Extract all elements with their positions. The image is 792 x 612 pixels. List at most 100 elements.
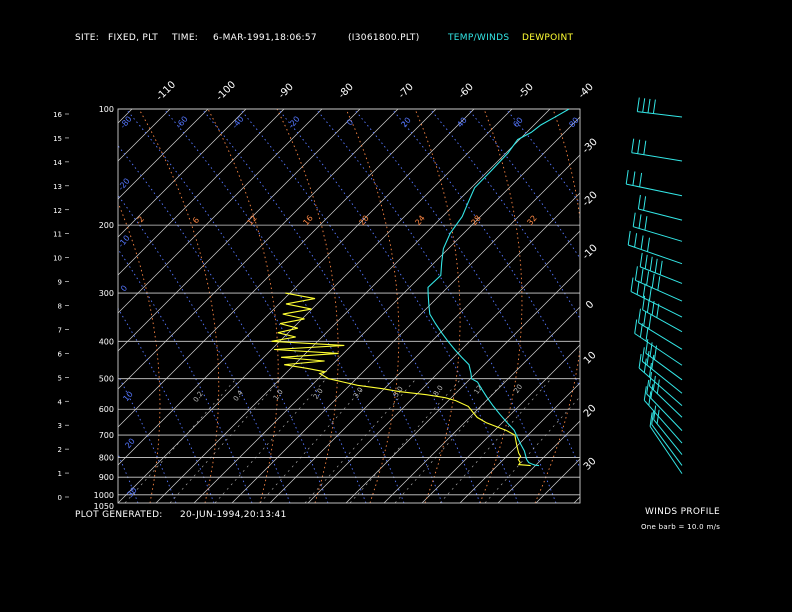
wind-staff <box>649 426 683 474</box>
isotherm-line <box>383 306 580 503</box>
wind-barb <box>630 277 634 292</box>
height-tick-label: 10 <box>53 255 62 263</box>
wind-barb <box>657 276 661 291</box>
pressure-tick-label: 100 <box>99 105 114 114</box>
wind-barb <box>646 271 650 286</box>
isotherm-line <box>118 109 437 428</box>
wind-staff <box>643 399 683 444</box>
wind-staff <box>634 333 683 366</box>
height-tick-label: 4 <box>58 398 63 406</box>
wind-barb <box>638 354 642 369</box>
wind-barb <box>640 268 644 283</box>
wind-barb <box>636 280 640 295</box>
pressure-tick-label: 300 <box>99 289 114 298</box>
pressure-tick-label: 1000 <box>94 491 114 500</box>
dry-adiabat-label: 20 <box>399 116 412 130</box>
wind-staff <box>630 291 683 318</box>
dry-adiabat-line <box>277 109 519 503</box>
wind-barb <box>647 98 651 113</box>
wind-barb <box>647 237 650 252</box>
height-tick-label: 11 <box>53 231 62 239</box>
temperature-tick-label: -20 <box>581 190 600 209</box>
dry-adiabat-line <box>118 307 215 503</box>
pressure-tick-label: 400 <box>99 337 114 346</box>
wind-barb <box>634 233 638 248</box>
pressure-tick-label: 700 <box>99 431 114 440</box>
dry-adiabat-label: -80 <box>118 114 133 130</box>
height-tick-label: 0 <box>58 494 62 502</box>
wind-barb <box>640 235 644 250</box>
isotherm-line <box>118 109 285 276</box>
dry-adiabat-label: -40 <box>230 114 245 130</box>
wind-barb <box>643 386 647 401</box>
isotherm-line <box>345 268 580 503</box>
mixing-ratio-label: 2.0 <box>312 387 325 401</box>
isotherm-line <box>0 109 94 503</box>
wind-barb <box>651 273 655 288</box>
dry-adiabat-line <box>505 109 580 205</box>
wind-staff <box>628 244 683 265</box>
isotherm-line <box>118 109 475 466</box>
wind-barb <box>643 196 647 211</box>
height-tick-label: 13 <box>53 183 62 191</box>
wind-barb <box>641 347 645 362</box>
temperature-tick-label: -40 <box>577 82 596 101</box>
dry-adiabat-label: 40 <box>455 116 468 130</box>
left-adiabat-label: 10 <box>121 390 134 404</box>
isotherm-line <box>118 109 513 503</box>
wind-barb <box>646 379 650 394</box>
moist-adiabat-line <box>534 109 580 503</box>
height-tick-label: 5 <box>58 374 62 382</box>
plot-generated-label: PLOT GENERATED: <box>75 510 163 520</box>
height-tick-label: 15 <box>53 135 62 143</box>
mixing-ratio-label: 0.2 <box>192 390 205 404</box>
mixing-ratio-label: 3.0 <box>352 386 365 400</box>
wind-barb <box>652 99 656 114</box>
isotherm-line <box>269 192 580 503</box>
wind-staff <box>638 208 683 221</box>
temperature-tick-label: 0 <box>584 299 596 311</box>
wind-barb <box>639 172 643 187</box>
wind-staff <box>631 152 683 162</box>
wind-barb <box>632 212 636 227</box>
dry-adiabat-line <box>163 109 405 503</box>
wind-barb <box>637 194 641 210</box>
wind-barb <box>634 266 638 281</box>
temperature-tick-label: -30 <box>581 137 600 156</box>
pressure-tick-label: 200 <box>99 221 114 230</box>
wind-barb <box>651 301 655 316</box>
plot-generated-value: 20-JUN-1994,20:13:41 <box>180 510 287 520</box>
wind-barb <box>648 315 652 330</box>
wind-barb <box>625 170 629 185</box>
wind-barb <box>643 358 647 373</box>
wind-barb <box>656 379 660 394</box>
pressure-tick-label: 800 <box>99 453 114 462</box>
isotherm-line <box>118 109 171 162</box>
wind-barb <box>642 98 646 113</box>
height-tick-label: 16 <box>53 111 62 119</box>
wind-staff <box>651 424 683 466</box>
wind-barb <box>649 256 653 271</box>
wind-staff <box>626 183 683 197</box>
legend-temp-winds: TEMP/WINDS <box>448 33 510 43</box>
time-label: TIME: <box>172 33 199 43</box>
temperature-tick-label: 30 <box>582 456 599 473</box>
wind-staff <box>633 226 683 242</box>
wind-staff <box>638 322 683 350</box>
skew-t-diagram: 10020030040050060070080090010001050 1615… <box>0 79 683 511</box>
mixing-ratio-label: 0.4 <box>232 389 245 403</box>
mixing-ratio-label: 20 <box>513 383 525 395</box>
mixing-ratio-line <box>439 379 551 503</box>
wind-barb <box>644 216 648 231</box>
wind-barb <box>643 140 647 155</box>
wind-barb <box>632 171 636 186</box>
temperature-tick-label: -70 <box>397 82 416 101</box>
wind-barb <box>645 327 649 342</box>
temperature-tick-label: 20 <box>582 403 599 420</box>
height-tick-label: 7 <box>58 326 62 334</box>
height-tick-label: 2 <box>58 446 62 454</box>
wind-barb <box>627 230 631 246</box>
dry-adiabat-label: -60 <box>174 114 189 130</box>
wind-staff <box>653 419 683 455</box>
mixing-ratio-line <box>349 379 461 503</box>
